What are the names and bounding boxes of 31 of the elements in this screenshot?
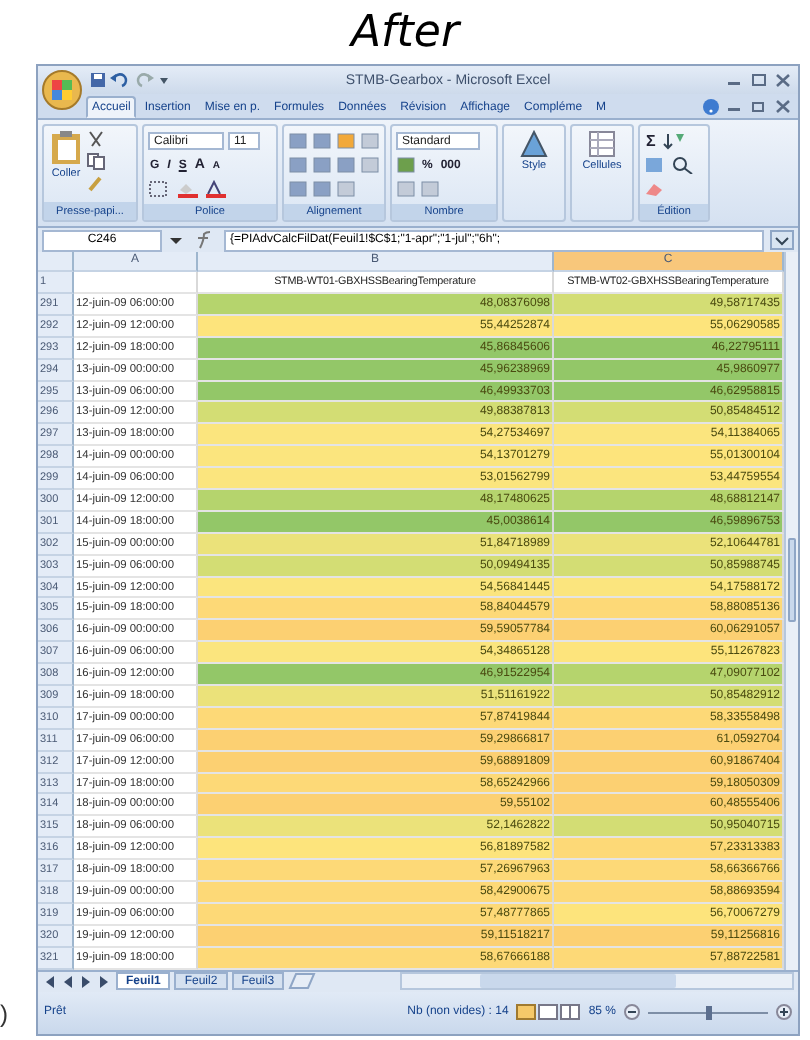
page-break-icon[interactable]	[560, 1004, 581, 1021]
sort-filter-icon[interactable]	[661, 132, 686, 150]
restore-icon[interactable]	[750, 97, 768, 113]
expand-icon[interactable]	[770, 230, 794, 250]
vertical-scrollbar[interactable]	[784, 252, 798, 970]
normal-view-icon[interactable]	[516, 1004, 537, 1021]
dropdown-icon[interactable]	[158, 72, 170, 88]
close-icon[interactable]	[774, 97, 792, 113]
find-icon[interactable]	[672, 156, 696, 174]
border-icon[interactable]	[148, 180, 172, 198]
scissors-icon[interactable]	[86, 130, 106, 148]
fill-color-icon[interactable]	[176, 180, 200, 198]
scroll-thumb[interactable]	[788, 538, 796, 623]
zoom-out-icon[interactable]	[624, 1004, 640, 1021]
help-icon[interactable]	[702, 97, 720, 115]
save-icon[interactable]	[90, 72, 106, 88]
scroll-thumb[interactable]	[480, 974, 675, 989]
maximize-icon[interactable]	[750, 72, 768, 88]
autosum-button[interactable]: Σ	[644, 132, 658, 150]
undo-icon[interactable]	[110, 72, 130, 88]
slider-thumb[interactable]	[705, 1005, 711, 1020]
horizontal-scrollbar[interactable]	[400, 972, 794, 991]
copy-icon[interactable]	[86, 152, 106, 170]
close-icon[interactable]	[774, 72, 792, 88]
office-button[interactable]	[42, 70, 82, 110]
dropdown-icon[interactable]	[168, 232, 184, 248]
font-color-icon[interactable]	[204, 180, 228, 198]
zoom-in-icon[interactable]	[776, 1004, 792, 1021]
bracket-mark: )	[0, 1000, 8, 1028]
heading: After	[350, 7, 459, 57]
page-layout-icon[interactable]	[538, 1004, 559, 1021]
